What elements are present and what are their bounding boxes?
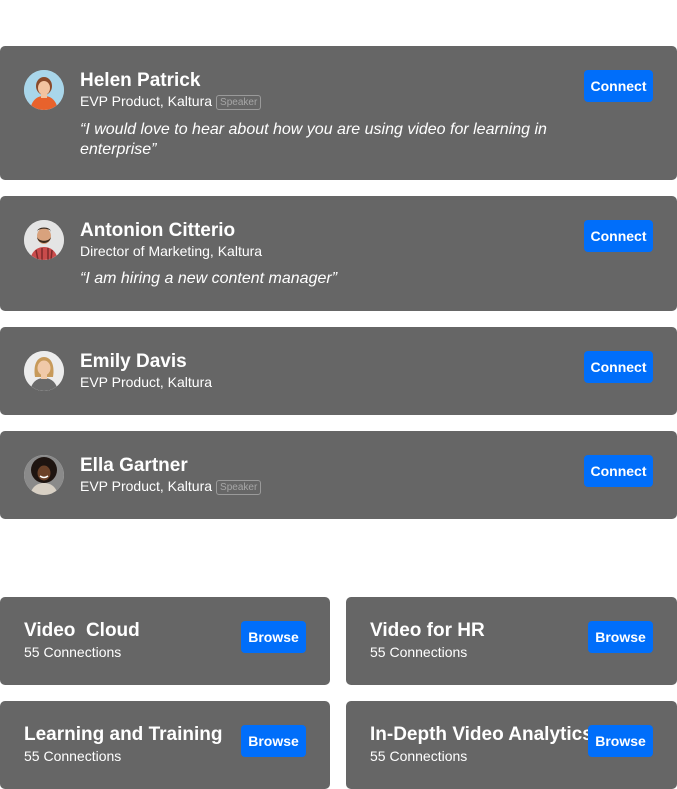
person-card: Helen Patrick EVP Product, Kaltura Speake…: [0, 46, 677, 180]
browse-button[interactable]: Browse: [241, 621, 306, 653]
person-role: EVP Product, Kaltura: [80, 373, 212, 391]
group-title: In-Depth Video Analytics: [370, 724, 593, 745]
browse-button[interactable]: Browse: [588, 725, 653, 757]
speaker-badge: Speaker: [216, 95, 262, 110]
group-connections: 55 Connections: [24, 748, 122, 764]
person-role-text: Director of Marketing, Kaltura: [80, 243, 263, 259]
person-quote: “I would love to hear about how you are …: [80, 121, 547, 158]
group-title: Video Cloud: [24, 620, 140, 641]
person-role: Director of Marketing, Kaltura: [80, 242, 262, 260]
connect-button[interactable]: Connect: [584, 351, 653, 383]
connect-button[interactable]: Connect: [584, 220, 653, 252]
avatar: [24, 220, 64, 260]
person-name: Ella Gartner: [80, 455, 188, 476]
group-connections: 55 Connections: [24, 644, 122, 660]
person-name: Emily Davis: [80, 351, 187, 372]
person-name: Helen Patrick: [80, 70, 201, 91]
speaker-badge: Speaker: [216, 480, 262, 495]
person-role: EVP Product, Kaltura Speaker: [80, 92, 262, 110]
group-connections: 55 Connections: [370, 748, 468, 764]
avatar: [24, 70, 64, 110]
person-card: Ella Gartner EVP Product, Kaltura Speaker…: [0, 431, 677, 519]
connect-button[interactable]: Connect: [584, 455, 653, 487]
browse-button[interactable]: Browse: [241, 725, 306, 757]
group-tile: In-Depth Video Analytics 55 Connections …: [346, 701, 677, 789]
person-card: Emily Davis EVP Product, Kaltura Connect: [0, 327, 677, 415]
person-role: EVP Product, Kaltura Speaker: [80, 477, 262, 495]
person-blonde-avatar-icon: [24, 351, 64, 391]
group-title: Video for HR: [370, 620, 485, 641]
browse-button[interactable]: Browse: [588, 621, 653, 653]
connect-button[interactable]: Connect: [584, 70, 653, 102]
person-role-text: EVP Product, Kaltura: [80, 93, 213, 109]
person-card: Antonion Citterio Director of Marketing,…: [0, 196, 677, 311]
avatar: [24, 351, 64, 391]
group-connections: 55 Connections: [370, 644, 468, 660]
person-role-text: EVP Product, Kaltura: [80, 374, 213, 390]
group-tile: Video for HR 55 Connections Browse: [346, 597, 677, 685]
person-orange-shirt-avatar-icon: [24, 70, 64, 110]
group-tile: Learning and Training 55 Connections Bro…: [0, 701, 330, 789]
person-name: Antonion Citterio: [80, 220, 236, 241]
person-bearded-avatar-icon: [24, 220, 64, 260]
avatar: [24, 455, 64, 495]
person-quote: “I am hiring a new content manager”: [80, 270, 338, 287]
group-title: Learning and Training: [24, 724, 223, 745]
person-curly-hair-avatar-icon: [24, 455, 64, 495]
person-role-text: EVP Product, Kaltura: [80, 478, 213, 494]
group-tile: Video Cloud 55 Connections Browse: [0, 597, 330, 685]
